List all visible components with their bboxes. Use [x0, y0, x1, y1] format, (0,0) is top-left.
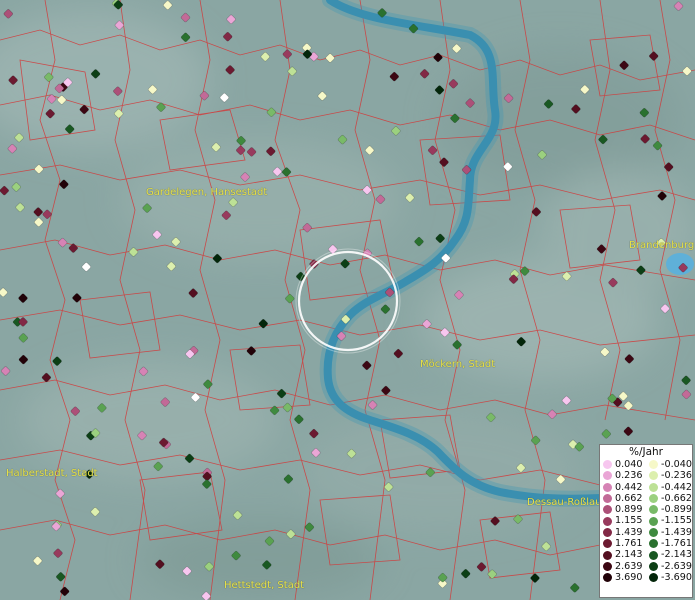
- legend-entry-positive: 0.442: [600, 482, 646, 493]
- legend-row: 1.761 -1.761: [600, 538, 692, 549]
- place-label-brandenburg: Brandenburg: [629, 240, 695, 251]
- legend-entry-positive: 0.662: [600, 493, 646, 504]
- legend-value: 1.155: [615, 515, 643, 527]
- legend-swatch-dot: [649, 527, 658, 537]
- legend-entry-negative: -2.143: [646, 549, 692, 560]
- legend-value: 0.899: [615, 504, 643, 516]
- legend-swatch-dot: [649, 471, 658, 481]
- legend-value: 3.690: [615, 571, 643, 583]
- lake: [666, 253, 694, 275]
- legend-row: 0.899 -0.899: [600, 504, 692, 515]
- legend-entry-negative: -0.662: [646, 493, 692, 504]
- legend-row: 0.040 -0.040: [600, 459, 692, 470]
- place-label-hettstedt: Hettstedt, Stadt: [224, 580, 305, 591]
- legend-entry-positive: 0.040: [600, 459, 646, 470]
- legend-value: -1.439: [661, 526, 692, 538]
- legend-entry-positive: 1.439: [600, 527, 646, 538]
- legend-swatch-dot: [649, 550, 658, 560]
- legend-swatch-dot: [603, 494, 612, 504]
- legend-entry-negative: -1.761: [646, 538, 692, 549]
- place-label-gardelegen: Gardelegen, Hansestadt: [146, 187, 268, 198]
- legend-value: -2.639: [661, 560, 692, 572]
- legend-entry-negative: -0.236: [646, 470, 692, 481]
- legend-value: 2.639: [615, 560, 643, 572]
- legend-swatch-dot: [603, 505, 612, 515]
- place-label-moeckern: Möckern, Stadt: [420, 359, 496, 370]
- legend-value: -0.236: [661, 470, 692, 482]
- legend-value: -0.662: [661, 492, 692, 504]
- map-canvas[interactable]: [0, 0, 695, 600]
- legend-entry-negative: -3.690: [646, 572, 692, 583]
- place-label-dessau: Dessau-Roßlau: [527, 497, 602, 508]
- legend-panel: %/Jahr 0.040 -0.040 0.236 -0.236 0.442 -0.442…: [599, 444, 693, 598]
- legend-swatch-dot: [603, 561, 612, 571]
- legend-swatch-dot: [603, 550, 612, 560]
- legend-title: %/Jahr: [628, 446, 664, 458]
- legend-entry-positive: 3.690: [600, 572, 646, 583]
- legend-value: -0.040: [661, 459, 692, 470]
- legend-swatch-dot: [603, 516, 612, 526]
- legend-entry-positive: 2.143: [600, 549, 646, 560]
- legend-entry-positive: 0.236: [600, 470, 646, 481]
- place-label-halberstadt: Halberstadt, Stadt: [6, 468, 98, 479]
- legend-swatch-dot: [649, 482, 658, 492]
- legend-swatch-dot: [649, 561, 658, 571]
- legend-entry-positive: 1.155: [600, 515, 646, 526]
- legend-entry-negative: -2.639: [646, 561, 692, 572]
- legend-entry-negative: -0.040: [646, 459, 692, 470]
- legend-row: 2.143 -2.143: [600, 549, 692, 560]
- legend-swatch-dot: [603, 482, 612, 492]
- legend-entry-negative: -0.442: [646, 482, 692, 493]
- legend-value: -0.442: [661, 481, 692, 493]
- legend-value: -1.761: [661, 538, 692, 550]
- legend-row: 3.690 -3.690: [600, 572, 692, 583]
- legend-value: 2.143: [615, 549, 643, 561]
- legend-entry-negative: -1.439: [646, 527, 692, 538]
- legend-row: 0.662 -0.662: [600, 493, 692, 504]
- legend-value: 0.040: [615, 459, 643, 470]
- legend-row: 1.439 -1.439: [600, 527, 692, 538]
- legend-value: -1.155: [661, 515, 692, 527]
- legend-row: 2.639 -2.639: [600, 561, 692, 572]
- legend-row: 0.236 -0.236: [600, 470, 692, 481]
- legend-value: 0.442: [615, 481, 643, 493]
- legend-swatch-dot: [649, 573, 658, 583]
- legend-entry-positive: 1.761: [600, 538, 646, 549]
- legend-value: -2.143: [661, 549, 692, 561]
- legend-value: -3.690: [661, 571, 692, 583]
- legend-value: 1.761: [615, 538, 643, 550]
- legend-entry-negative: -1.155: [646, 515, 692, 526]
- legend-value: 1.439: [615, 526, 643, 538]
- legend-row: 0.442 -0.442: [600, 482, 692, 493]
- legend-value: 0.662: [615, 492, 643, 504]
- legend-row: 1.155 -1.155: [600, 515, 692, 526]
- legend-swatch-dot: [603, 573, 612, 583]
- legend-swatch-dot: [649, 460, 658, 470]
- legend-swatch-dot: [649, 505, 658, 515]
- legend-swatch-dot: [603, 527, 612, 537]
- legend-swatch-dot: [603, 539, 612, 549]
- legend-swatch-dot: [603, 471, 612, 481]
- map-view[interactable]: Gardelegen, Hansestadt Brandenburg Möcke…: [0, 0, 695, 600]
- legend-swatch-dot: [649, 516, 658, 526]
- legend-entry-negative: -0.899: [646, 504, 692, 515]
- legend-swatch-dot: [649, 539, 658, 549]
- legend-value: 0.236: [615, 470, 643, 482]
- legend-swatch-dot: [649, 494, 658, 504]
- legend-rows: 0.040 -0.040 0.236 -0.236 0.442 -0.442 0.662 -0…: [600, 459, 692, 583]
- legend-entry-positive: 0.899: [600, 504, 646, 515]
- legend-entry-positive: 2.639: [600, 561, 646, 572]
- legend-swatch-dot: [603, 460, 612, 470]
- legend-value: -0.899: [661, 504, 692, 516]
